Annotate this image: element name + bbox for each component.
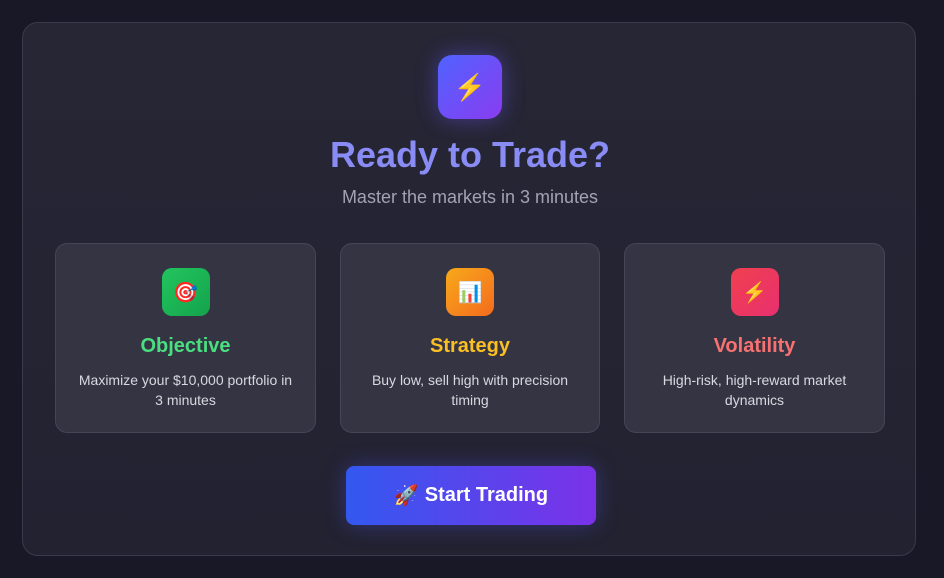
lightning-icon: ⚡ [438, 55, 502, 119]
page-subtitle: Master the markets in 3 minutes [341, 187, 599, 207]
target-icon: 🎯 [161, 268, 210, 316]
page-title: Ready to Trade? [329, 134, 611, 175]
bar-chart-icon: 📊 [446, 268, 494, 316]
card-description-volatility: High-risk, high-reward market dynamics [662, 372, 847, 408]
card-description-strategy: Buy low, sell high with precision timing [371, 372, 569, 408]
card-strategy: 📊 Strategy Buy low, sell high with preci… [340, 243, 600, 433]
hero-icon-glyph: ⚡ [453, 71, 487, 102]
start-trading-label: Start Trading [424, 484, 549, 506]
card-description-objective: Maximize your $10,000 portfolio in 3 min… [78, 372, 293, 408]
card-title-volatility: Volatility [713, 335, 796, 357]
intro-panel: ⚡ Ready to Trade? Master the markets in … [22, 22, 916, 556]
card-icon-glyph: ⚡ [742, 281, 767, 304]
card-objective: 🎯 Objective Maximize your $10,000 portfo… [55, 243, 316, 433]
card-volatility: ⚡ Volatility High-risk, high-reward mark… [624, 243, 885, 433]
rocket-icon: 🚀 [393, 485, 419, 507]
start-trading-button[interactable]: 🚀 Start Trading [346, 466, 596, 525]
card-title-objective: Objective [140, 335, 231, 357]
card-icon-glyph: 📊 [457, 281, 483, 304]
card-icon-glyph: 🎯 [173, 281, 198, 304]
card-title-strategy: Strategy [429, 335, 511, 357]
lightning-icon: ⚡ [730, 268, 779, 316]
